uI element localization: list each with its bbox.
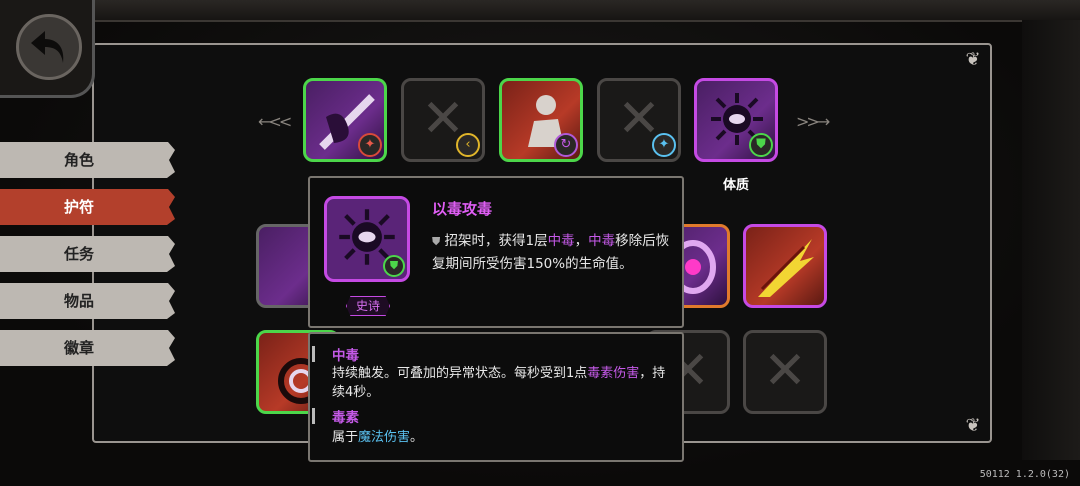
charm-slot[interactable]: [743, 224, 827, 308]
keyword-poison[interactable]: 中毒: [588, 233, 615, 249]
corner-ornament-icon: ❦: [965, 415, 981, 436]
keyword-poison[interactable]: 中毒: [548, 233, 575, 249]
intelligence-badge-icon: ↻: [554, 133, 578, 157]
tab-quests[interactable]: 任务: [0, 236, 175, 272]
agility-badge-icon: ‹: [456, 133, 480, 157]
keyword-tooltip: 中毒 持续触发。可叠加的异常状态。每秒受到1点毒素伤害，持续4秒。 毒素 属于魔…: [308, 332, 684, 462]
k2-text-b: 。: [410, 430, 424, 445]
link-magic-damage[interactable]: 魔法伤害: [358, 430, 410, 445]
slot-constitution[interactable]: ⛊: [694, 78, 778, 162]
back-button[interactable]: [0, 0, 95, 98]
empty-charm-slot[interactable]: ✕: [743, 330, 827, 414]
strength-badge-icon: ✦: [358, 133, 382, 157]
shield-badge-icon: ⛊: [383, 255, 405, 277]
tab-badges[interactable]: 徽章: [0, 330, 175, 366]
slot-perception[interactable]: ✕ ✦: [597, 78, 681, 162]
desc-sep: ，: [574, 233, 589, 249]
version-label: 50112 1.2.0(32): [979, 469, 1070, 480]
right-rail: [1022, 20, 1080, 460]
keyword-text-toxin: 属于魔法伤害。: [332, 428, 672, 447]
tooltip-charm-icon: ⛊: [324, 196, 410, 282]
keyword-title-toxin: 毒素: [332, 410, 359, 426]
slot-agility[interactable]: ✕ ‹: [401, 78, 485, 162]
tab-label: 角色: [64, 151, 95, 169]
rarity-badge: 史诗: [346, 296, 390, 316]
constitution-badge-icon: ⛊: [749, 133, 773, 157]
charm-tooltip: ⛊ 史诗 以毒攻毒 ⛊ 招架时，获得1层中毒，中毒移除后恢复期间所受伤害150%…: [308, 176, 684, 328]
label-constitution: 体质: [722, 178, 749, 193]
slot-intelligence[interactable]: ↻: [499, 78, 583, 162]
charm-description: ⛊ 招架时，获得1层中毒，中毒移除后恢复期间所受伤害150%的生命值。: [432, 230, 678, 275]
tab-label: 徽章: [64, 339, 95, 357]
charm-title: 以毒攻毒: [432, 200, 493, 218]
top-border: [95, 0, 1080, 22]
tab-charms[interactable]: 护符: [0, 189, 175, 225]
tab-items[interactable]: 物品: [0, 283, 175, 319]
k1-text-a: 持续触发。可叠加的异常状态。每秒受到1点: [332, 366, 588, 381]
perception-badge-icon: ✦: [652, 133, 676, 157]
tab-character[interactable]: 角色: [0, 142, 175, 178]
keyword-title-poison: 中毒: [332, 348, 359, 364]
tab-label: 物品: [64, 292, 95, 310]
left-ornament-icon: ←<<: [258, 112, 292, 131]
right-ornament-icon: >>→: [796, 112, 830, 131]
tab-label: 任务: [64, 245, 95, 263]
tab-label: 护符: [64, 198, 95, 216]
keyword-text-poison: 持续触发。可叠加的异常状态。每秒受到1点毒素伤害，持续4秒。: [332, 364, 672, 402]
corner-ornament-icon: ❦: [965, 49, 981, 70]
kw-divider: [312, 346, 315, 362]
kw-divider: [312, 408, 315, 424]
back-arrow-icon: [16, 14, 82, 80]
x-icon: ✕: [763, 341, 807, 401]
k2-text-a: 属于: [332, 430, 359, 445]
slot-strength[interactable]: ✦: [303, 78, 387, 162]
charm-art-icon: [758, 239, 814, 297]
link-toxin-damage[interactable]: 毒素伤害: [587, 366, 639, 381]
desc-prefix: 招架时，获得1层: [444, 233, 548, 249]
parry-shield-icon: ⛊: [432, 235, 441, 248]
